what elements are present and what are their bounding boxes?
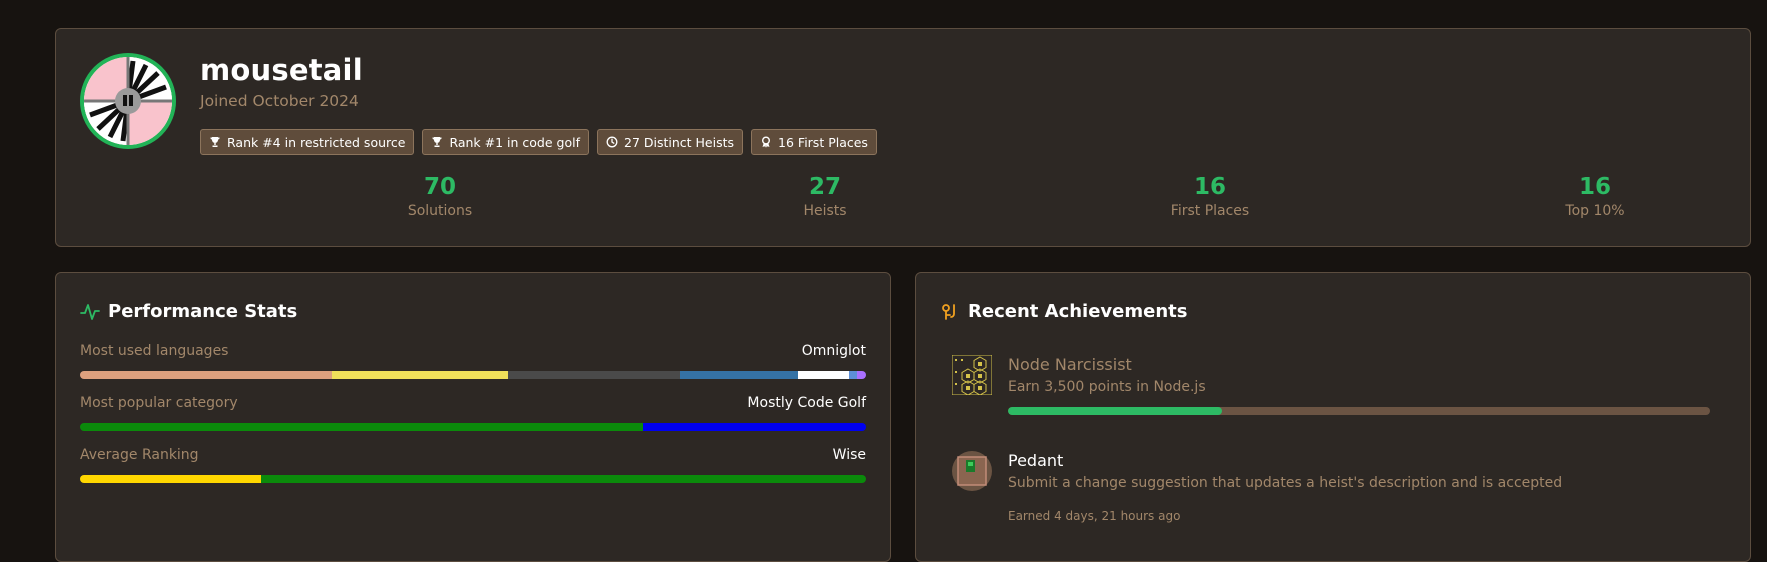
stat-row-value: Mostly Code Golf [747,395,866,411]
stat-label: Top 10% [1565,203,1625,219]
stat-row-label: Average Ranking [80,447,199,463]
badge-rank-code-golf[interactable]: Rank #1 in code golf [422,129,589,155]
languages-bar[interactable] [80,371,866,379]
pedant-icon [952,451,992,491]
badge-label: Rank #4 in restricted source [227,134,406,150]
profile-card: mousetail Joined October 2024 Rank #4 in… [55,28,1751,247]
trophy-icon [210,137,220,147]
stat-solutions: 70 Solutions [330,173,550,219]
stat-label: First Places [1170,203,1250,219]
performance-stats-card: Performance Stats Most used languages Om… [55,272,891,562]
badge-label: 27 Distinct Heists [624,134,735,150]
stat-row-ranking: Average Ranking Wise [80,447,866,483]
avatar [80,53,176,149]
stat-top-10: 16 Top 10% [1485,173,1705,219]
bar-segment [80,371,332,379]
stat-row-value: Omniglot [801,343,866,359]
ranking-bar[interactable] [80,475,866,483]
bar-segment [331,371,509,379]
bar-segment [508,371,680,379]
achievement-description: Submit a change suggestion that updates … [1008,475,1563,491]
avatar-image [84,57,172,145]
stat-value: 27 [808,174,841,200]
username: mousetail [200,53,363,87]
recent-achievements-card: Recent Achievements Node Narcissist Earn… [915,272,1751,562]
bar-segment [80,423,643,431]
achievement-pedant[interactable]: Pedant Submit a change suggestion that u… [952,451,1712,531]
achievement-progress-fill [1008,407,1223,415]
badge-label: Rank #1 in code golf [449,134,580,150]
section-title-text: Recent Achievements [968,301,1188,322]
achievement-description: Earn 3,500 points in Node.js [1008,379,1206,395]
achievement-node-narcissist[interactable]: Node Narcissist Earn 3,500 points in Nod… [952,355,1712,415]
stats-row: 70 Solutions 27 Heists 16 First Places 1… [56,173,1750,233]
trophy-icon [432,137,443,147]
stat-row-value: Wise [832,447,866,463]
category-bar[interactable] [80,423,866,431]
medal-icon [762,136,771,148]
achievement-name: Node Narcissist [1008,355,1132,374]
badge-distinct-heists[interactable]: 27 Distinct Heists [597,129,744,155]
performance-stats-heading: Performance Stats [80,301,297,322]
achievement-name: Pedant [1008,451,1064,470]
stat-row-label: Most used languages [80,343,229,359]
bar-segment [797,371,849,379]
stat-value: 16 [1193,174,1226,200]
stat-value: 16 [1578,174,1611,200]
achievement-earned-time: Earned 4 days, 21 hours ago [1008,509,1181,523]
join-date: Joined October 2024 [200,92,359,110]
award-icon [942,303,955,320]
badge-first-places[interactable]: 16 First Places [751,129,877,155]
section-title-text: Performance Stats [108,301,298,322]
node-hexagon-icon [952,355,992,395]
stat-first-places: 16 First Places [1100,173,1320,219]
bar-segment [260,475,866,483]
bar-segment [848,371,857,379]
bar-segment [856,371,866,379]
bar-segment [642,423,866,431]
achievement-progress-bar [1008,407,1710,415]
stat-row-label: Most popular category [80,395,238,411]
stat-label: Solutions [407,203,473,219]
badge-rank-restricted-source[interactable]: Rank #4 in restricted source [200,129,415,155]
stat-value: 70 [423,174,456,200]
activity-icon [80,303,100,320]
badge-label: 16 First Places [778,134,868,150]
bar-segment [679,371,798,379]
stat-heists: 27 Heists [715,173,935,219]
badge-list: Rank #4 in restricted source Rank #1 in … [200,129,877,155]
stat-row-languages: Most used languages Omniglot [80,343,866,379]
stat-row-category: Most popular category Mostly Code Golf [80,395,866,431]
bar-segment [80,475,261,483]
clock-icon [606,136,618,148]
stat-label: Heists [803,203,847,219]
recent-achievements-heading: Recent Achievements [940,301,1187,322]
